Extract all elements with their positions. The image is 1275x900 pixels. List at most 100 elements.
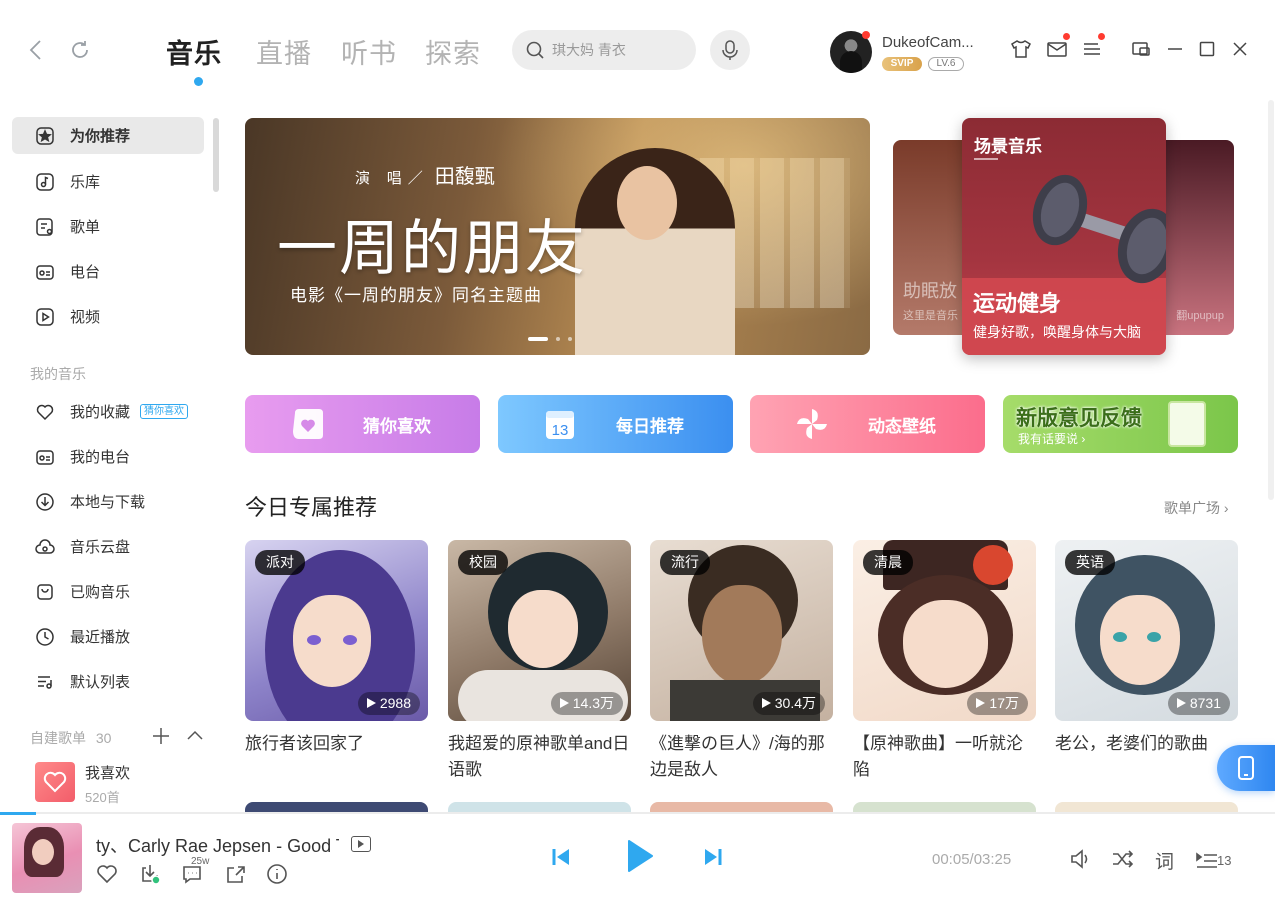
banner-dot[interactable] — [528, 337, 548, 341]
svip-badge[interactable]: SVIP — [882, 57, 922, 71]
play-count[interactable]: 2988 — [357, 692, 420, 715]
playlist-card-cover[interactable]: 流行 30.4万 — [650, 540, 833, 721]
play-count[interactable]: 17万 — [967, 692, 1028, 715]
next-button[interactable] — [699, 843, 727, 871]
sidebar-item-purchased[interactable]: 已购音乐 — [12, 573, 204, 610]
add-playlist-button[interactable] — [151, 726, 171, 751]
mini-mode-button[interactable] — [1128, 36, 1154, 62]
search-box[interactable] — [512, 30, 696, 70]
level-badge[interactable]: LV.6 — [928, 57, 964, 71]
comment-button[interactable] — [178, 860, 206, 888]
daily-recommend-button[interactable]: 13 每日推荐 — [498, 395, 733, 453]
playlist-square-link[interactable]: 歌单广场 › — [1164, 498, 1229, 518]
more-info-icon — [267, 864, 287, 884]
playlist-card[interactable]: 流行 30.4万 《進撃の巨人》/海的那边是敌人 — [650, 540, 833, 783]
like-button[interactable] — [93, 860, 121, 888]
play-icon — [628, 840, 653, 872]
play-count[interactable]: 14.3万 — [550, 692, 623, 715]
sidebar-item-favorites[interactable]: 我的收藏 猜你喜欢 — [12, 393, 204, 430]
mini-player-icon — [1132, 42, 1150, 56]
scene-card-fitness[interactable]: 场景音乐 运动健身 健身好歌，唤醒身体与大脑 — [962, 118, 1166, 355]
sidebar-item-recommend[interactable]: 为你推荐 — [12, 117, 204, 154]
sidebar-item-cloud[interactable]: 音乐云盘 — [12, 528, 204, 565]
voice-search-button[interactable] — [710, 30, 750, 70]
maximize-button[interactable] — [1194, 36, 1220, 62]
lyrics-button[interactable]: 词 — [1155, 847, 1174, 874]
heart-icon — [34, 401, 56, 423]
collapse-playlists-button[interactable] — [186, 728, 204, 747]
progress-track[interactable] — [0, 812, 1275, 814]
playlist-card-title[interactable]: 旅行者该回家了 — [245, 731, 428, 783]
playlist-card-title[interactable]: 我超爱的原神歌单and日语歌 — [448, 731, 631, 783]
sidebar-item-label: 电台 — [70, 264, 101, 281]
download-button[interactable] — [136, 860, 164, 888]
close-button[interactable] — [1227, 36, 1253, 62]
playlist-card-title[interactable]: 老公，老婆们的歌曲 — [1055, 731, 1238, 783]
playlist-card[interactable]: 清晨 17万 【原神歌曲】一听就沦陷 — [853, 540, 1036, 783]
sidebar-item-default-list[interactable]: 默认列表 — [12, 663, 204, 700]
tab-music[interactable]: 音乐 — [166, 32, 222, 71]
my-music-heading: 我的音乐 — [30, 366, 86, 382]
custom-playlists-title: 自建歌单 — [30, 730, 86, 746]
close-icon — [1233, 42, 1247, 56]
playlist-card-title[interactable]: 《進撃の巨人》/海的那边是敌人 — [650, 731, 833, 783]
tab-explore[interactable]: 探索 — [425, 32, 481, 71]
play-button[interactable] — [619, 836, 659, 876]
feedback-button[interactable]: 新版意见反馈 我有话要说 › — [1003, 395, 1238, 453]
playlist-card-tag: 英语 — [1065, 550, 1115, 575]
tab-audiobook[interactable]: 听书 — [341, 32, 397, 71]
bag-icon — [34, 581, 56, 603]
playlist-card-title[interactable]: 【原神歌曲】一听就沦陷 — [853, 731, 1036, 783]
guess-you-like-button[interactable]: 猜你喜欢 — [245, 395, 480, 453]
playlist-card[interactable]: 派对 2988 旅行者该回家了 — [245, 540, 428, 783]
refresh-button[interactable] — [66, 36, 94, 64]
username[interactable]: DukeofCam... — [882, 34, 974, 51]
song-title[interactable]: ty、Carly Rae Jepsen - Good T — [96, 832, 339, 858]
playback-time: 00:05/03:25 — [932, 851, 1012, 868]
banner-dot[interactable] — [568, 337, 572, 341]
sidebar-item-local-download[interactable]: 本地与下载 — [12, 483, 204, 520]
sidebar-item-radio[interactable]: 电台 — [12, 253, 204, 290]
sidebar-item-recent[interactable]: 最近播放 — [12, 618, 204, 655]
main-scrollbar[interactable] — [1268, 100, 1274, 500]
playlist-card-cover[interactable]: 英语 8731 — [1055, 540, 1238, 721]
download-icon — [142, 865, 161, 885]
menu-icon — [1084, 43, 1100, 55]
banner-dot[interactable] — [556, 337, 560, 341]
radio-icon — [34, 446, 56, 468]
tab-live[interactable]: 直播 — [256, 32, 312, 71]
playlist-card-cover[interactable]: 派对 2988 — [245, 540, 428, 721]
guess-you-like-tag[interactable]: 猜你喜欢 — [140, 404, 189, 419]
playlist-title[interactable]: 我喜欢 — [85, 762, 130, 783]
sidebar-item-video[interactable]: 视频 — [12, 298, 204, 335]
search-input[interactable] — [552, 42, 682, 58]
playlist-card[interactable]: 英语 8731 老公，老婆们的歌曲 — [1055, 540, 1238, 783]
shuffle-button[interactable] — [1109, 845, 1137, 873]
live-wallpaper-button[interactable]: 动态壁纸 — [750, 395, 985, 453]
playlist-cover[interactable] — [35, 762, 75, 802]
volume-icon — [1071, 849, 1088, 869]
play-count[interactable]: 8731 — [1167, 692, 1230, 715]
sidebar-item-playlists[interactable]: 歌单 — [12, 208, 204, 245]
more-button[interactable] — [263, 860, 291, 888]
sidebar-item-library[interactable]: 乐库 — [12, 163, 204, 200]
microphone-icon — [722, 40, 738, 60]
play-count[interactable]: 30.4万 — [752, 692, 825, 715]
playlist-card-cover[interactable]: 校园 14.3万 — [448, 540, 631, 721]
playlist-card-cover[interactable]: 清晨 17万 — [853, 540, 1036, 721]
playlist-card[interactable]: 校园 14.3万 我超爱的原神歌单and日语歌 — [448, 540, 631, 783]
share-button[interactable] — [222, 860, 250, 888]
minimize-button[interactable] — [1162, 36, 1188, 62]
phone-sync-button[interactable] — [1217, 745, 1275, 791]
scene-card-desc: 翻upupup — [1176, 310, 1224, 322]
skin-button[interactable] — [1008, 36, 1034, 62]
sidebar-scrollbar[interactable] — [213, 118, 219, 192]
sidebar-item-my-radio[interactable]: 我的电台 — [12, 438, 204, 475]
back-button[interactable] — [22, 36, 50, 64]
album-cover[interactable] — [12, 823, 82, 893]
hero-banner[interactable]: 演 唱／ 田馥甄 一周的朋友 电影《一周的朋友》同名主题曲 — [245, 118, 870, 355]
mv-icon[interactable] — [351, 836, 371, 852]
progress-fill[interactable] — [0, 812, 36, 815]
volume-button[interactable] — [1067, 845, 1095, 873]
previous-button[interactable] — [547, 843, 575, 871]
